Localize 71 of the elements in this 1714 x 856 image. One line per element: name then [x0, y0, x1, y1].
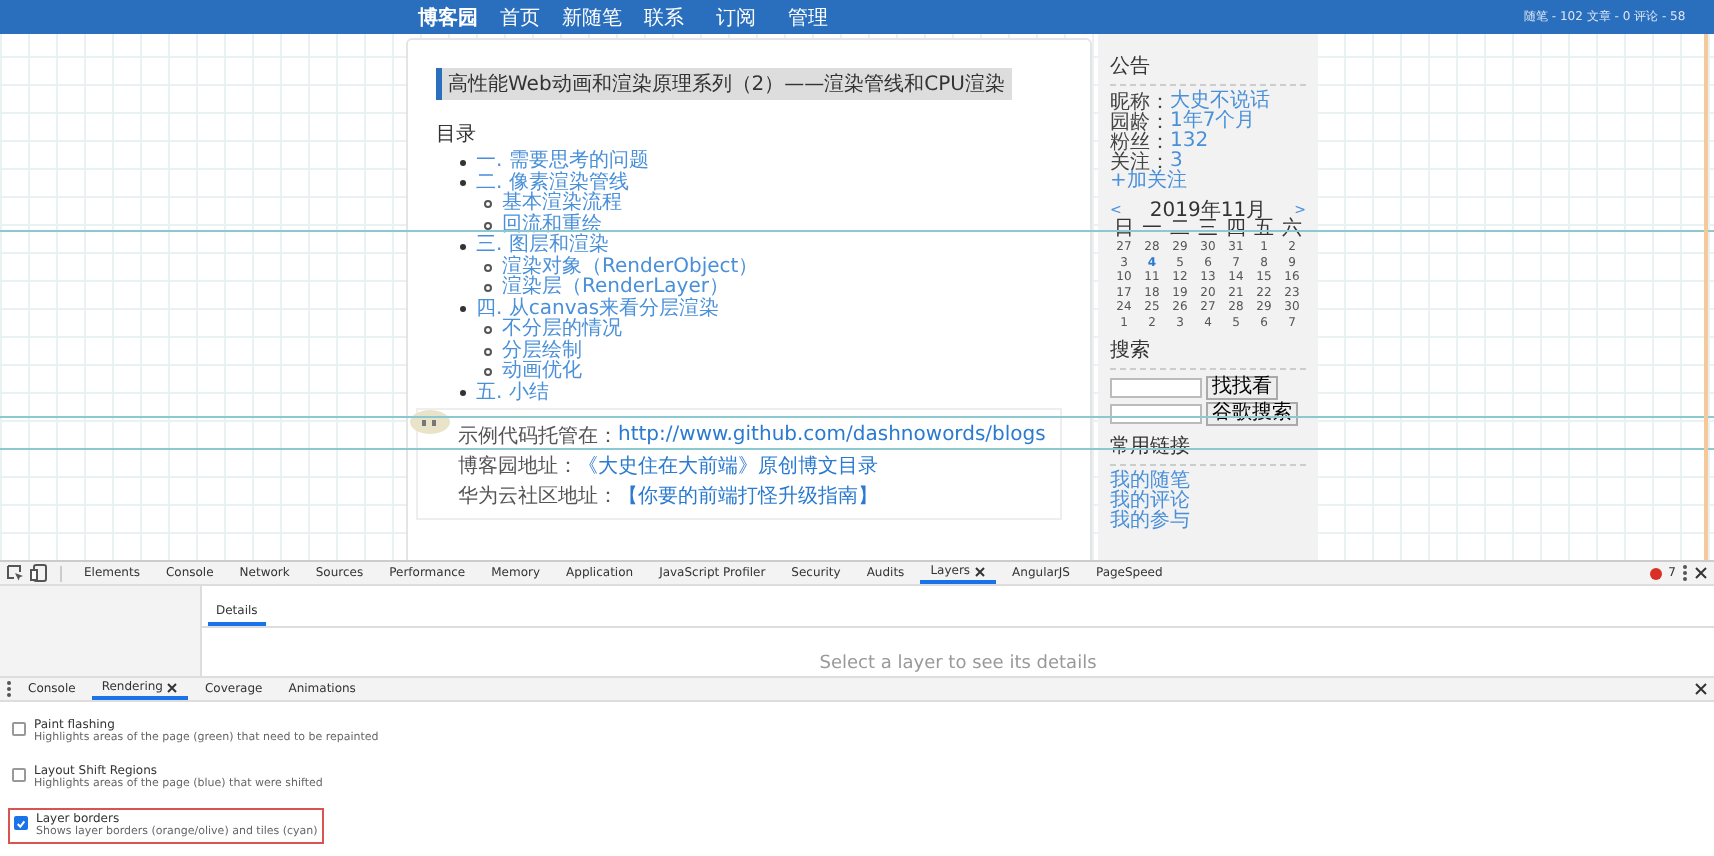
note-link[interactable]: 《大史住在大前端》原创博文目录 [578, 451, 878, 479]
more-icon[interactable] [6, 680, 12, 698]
sidebar-link[interactable]: 我的评论 [1110, 492, 1306, 512]
empty-message: Select a layer to see its details [819, 656, 1097, 676]
nav-link[interactable]: 管理 [772, 3, 844, 31]
toc-link[interactable]: 基本渲染流程 [502, 194, 622, 215]
search-field[interactable] [1110, 404, 1202, 424]
device-icon[interactable] [30, 564, 48, 582]
nav-link[interactable]: 新随笔 [556, 3, 628, 31]
inspect-icon[interactable] [6, 564, 24, 582]
quote-icon [410, 410, 450, 434]
site-logo-link[interactable]: 博客园 [412, 3, 484, 31]
checkbox[interactable] [14, 816, 28, 830]
section-heading: 搜索 [1110, 336, 1306, 370]
weekday-label: 一 [1142, 220, 1162, 240]
nav-link[interactable]: 订阅 [700, 3, 772, 31]
info-link[interactable]: 1年7个月 [1170, 112, 1256, 132]
bullet-icon [460, 159, 466, 166]
search-button[interactable]: 找找看 [1206, 376, 1278, 400]
close-icon[interactable] [1694, 566, 1708, 580]
check-icon [16, 817, 26, 829]
toc-heading: 目录 [436, 122, 478, 148]
search-field[interactable] [1110, 378, 1202, 398]
bullet-icon [484, 368, 492, 377]
toc-link[interactable]: 渲染层（RenderLayer） [502, 278, 729, 299]
bullet-icon [460, 306, 466, 313]
close-icon[interactable] [1694, 682, 1708, 696]
close-icon[interactable] [166, 681, 179, 693]
toc-link[interactable]: 不分层的情况 [502, 320, 622, 341]
note-label: 博客园地址： [458, 453, 578, 479]
more-icon[interactable] [1682, 564, 1688, 582]
bullet-icon [460, 180, 466, 187]
info-label: 粉丝： [1110, 131, 1170, 154]
bullet-icon [460, 243, 466, 250]
section-heading: 公告 [1110, 52, 1306, 86]
info-label: 昵称： [1110, 90, 1170, 114]
sidebar-link[interactable]: 我的随笔 [1110, 472, 1306, 492]
weekday-label: 三 [1198, 220, 1218, 240]
checkbox[interactable] [12, 722, 26, 736]
nav-link[interactable]: 首页 [484, 3, 556, 31]
weekday-label: 二 [1170, 220, 1190, 240]
info-link[interactable]: 132 [1170, 132, 1209, 152]
toc-link[interactable]: 分层绘制 [502, 341, 582, 362]
article-title: 高性能Web动画和渲染原理系列（2）——渲染管线和CPU渲染 [436, 68, 1011, 100]
bullet-icon [484, 263, 492, 272]
nav-link[interactable]: 联系 [628, 3, 700, 31]
toc-link[interactable]: 五. 小结 [476, 383, 549, 404]
sidebar-link[interactable]: 我的参与 [1110, 512, 1306, 532]
toc-link[interactable]: 四. 从canvas来看分层渲染 [476, 299, 720, 320]
close-icon[interactable] [974, 565, 987, 577]
checkbox[interactable] [12, 768, 26, 782]
info-link[interactable]: 大史不说话 [1170, 92, 1270, 112]
bullet-icon [484, 284, 492, 293]
note-link[interactable]: http://www.github.com/dashnowords/blogs [618, 424, 1046, 446]
note-label: 示例代码托管在： [458, 423, 618, 449]
toc-link[interactable]: 一. 需要思考的问题 [476, 152, 649, 173]
bullet-icon [484, 200, 492, 209]
bullet-icon [460, 390, 466, 397]
toc-link[interactable]: 动画优化 [502, 362, 582, 383]
bullet-icon [484, 347, 492, 356]
toc-link[interactable]: 二. 像素渲染管线 [476, 173, 629, 194]
calendar-title: 2019年11月 [1149, 197, 1267, 221]
note-link[interactable]: 【你要的前端打怪升级指南】 [618, 481, 878, 509]
toc-link[interactable]: 渲染对象（RenderObject） [502, 257, 759, 278]
error-icon[interactable] [1650, 567, 1663, 579]
info-label: 园龄： [1110, 111, 1170, 134]
info-link[interactable]: 3 [1170, 152, 1183, 172]
toc-link[interactable]: 三. 图层和渲染 [476, 236, 609, 257]
bullet-icon [484, 326, 492, 335]
follow-link[interactable]: +加关注 [1110, 172, 1306, 192]
note-label: 华为云社区地址： [458, 483, 618, 509]
